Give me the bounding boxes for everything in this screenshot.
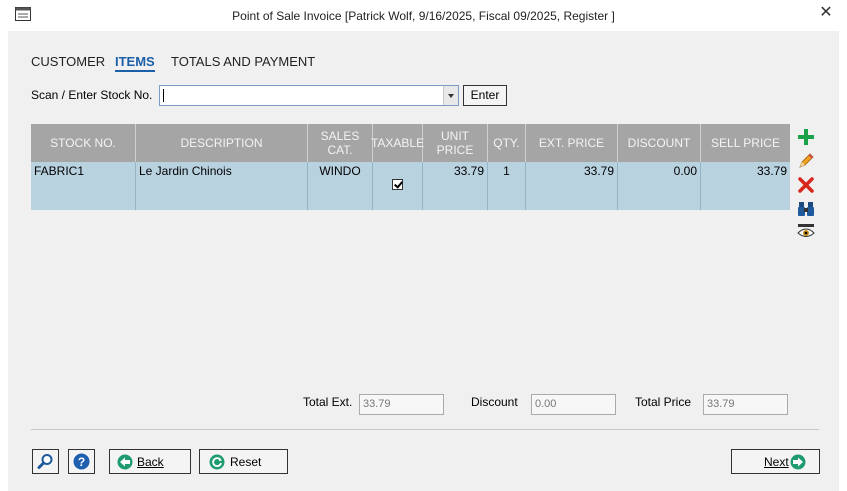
cell-discount: 0.00 (618, 162, 701, 210)
cell-description: Le Jardin Chinois (136, 162, 308, 210)
arrow-left-icon (117, 454, 133, 470)
reset-button[interactable]: Reset (199, 449, 288, 474)
col-discount[interactable]: DISCOUNT (618, 124, 701, 162)
scan-stock-input[interactable] (160, 86, 442, 105)
cell-sell-price: 33.79 (756, 164, 787, 178)
add-icon[interactable] (796, 127, 816, 147)
items-grid: STOCK NO. DESCRIPTION SALES CAT. TAXABLE… (31, 124, 790, 210)
next-button-label: Next (764, 455, 789, 469)
tab-totals-and-payment[interactable]: TOTALS AND PAYMENT (171, 54, 315, 69)
enter-button[interactable]: Enter (463, 85, 507, 106)
help-icon: ? (73, 453, 90, 470)
view-eye-icon[interactable] (796, 221, 816, 241)
reset-button-label: Reset (230, 455, 262, 469)
window-title: Point of Sale Invoice [Patrick Wolf, 9/1… (232, 9, 615, 23)
binoculars-icon[interactable] (796, 199, 816, 219)
cell-taxable (373, 162, 423, 210)
col-sell-price[interactable]: SELL PRICE (701, 124, 790, 162)
tab-items[interactable]: ITEMS (115, 54, 155, 72)
scan-stock-label: Scan / Enter Stock No. (31, 88, 153, 102)
col-unit-price[interactable]: UNIT PRICE (423, 124, 488, 162)
search-button[interactable] (32, 449, 59, 474)
col-description[interactable]: DESCRIPTION (136, 124, 308, 162)
dropdown-arrow-icon[interactable] (443, 86, 458, 105)
table-row[interactable]: FABRIC1 Le Jardin Chinois WINDO 33.79 1 … (31, 162, 790, 210)
discount-field: 0.00 (531, 394, 616, 415)
svg-text:?: ? (78, 455, 85, 469)
cell-unit-price: 33.79 (423, 162, 488, 210)
total-price-field: 33.79 (703, 394, 788, 415)
discount-label: Discount (471, 395, 518, 409)
col-taxable[interactable]: TAXABLE (371, 124, 424, 162)
arrow-right-icon (790, 454, 806, 470)
title-bar: Point of Sale Invoice [Patrick Wolf, 9/1… (0, 0, 847, 30)
footer-divider (31, 429, 819, 430)
help-button[interactable]: ? (68, 449, 95, 474)
col-sales-cat[interactable]: SALES CAT. (308, 124, 373, 162)
magnifier-icon (37, 454, 53, 469)
cell-ext-price: 33.79 (526, 162, 618, 210)
total-ext-label: Total Ext. (303, 395, 353, 409)
col-qty[interactable]: QTY. (488, 124, 526, 162)
close-icon[interactable]: ✕ (815, 3, 837, 23)
col-stock-no[interactable]: STOCK NO. (31, 124, 136, 162)
tab-customer[interactable]: CUSTOMER (31, 54, 105, 69)
cell-sales-cat: WINDO (308, 162, 373, 210)
total-price-label: Total Price (635, 395, 692, 409)
delete-icon[interactable] (796, 175, 816, 195)
reset-icon (209, 454, 225, 470)
grid-header: STOCK NO. DESCRIPTION SALES CAT. TAXABLE… (31, 124, 790, 162)
cell-stock-no: FABRIC1 (31, 162, 136, 210)
taxable-checkbox[interactable] (392, 179, 403, 190)
scan-stock-combobox[interactable] (159, 85, 459, 106)
back-button[interactable]: Back (109, 449, 191, 474)
next-button[interactable]: Next (731, 449, 820, 474)
cell-qty: 1 (488, 162, 526, 210)
col-ext-price[interactable]: EXT. PRICE (526, 124, 618, 162)
edit-pencil-icon[interactable] (796, 151, 816, 171)
main-panel: CUSTOMER ITEMS TOTALS AND PAYMENT Scan /… (8, 31, 839, 491)
total-ext-field: 33.79 (359, 394, 444, 415)
back-button-label: Back (137, 455, 164, 469)
text-caret (163, 89, 164, 102)
